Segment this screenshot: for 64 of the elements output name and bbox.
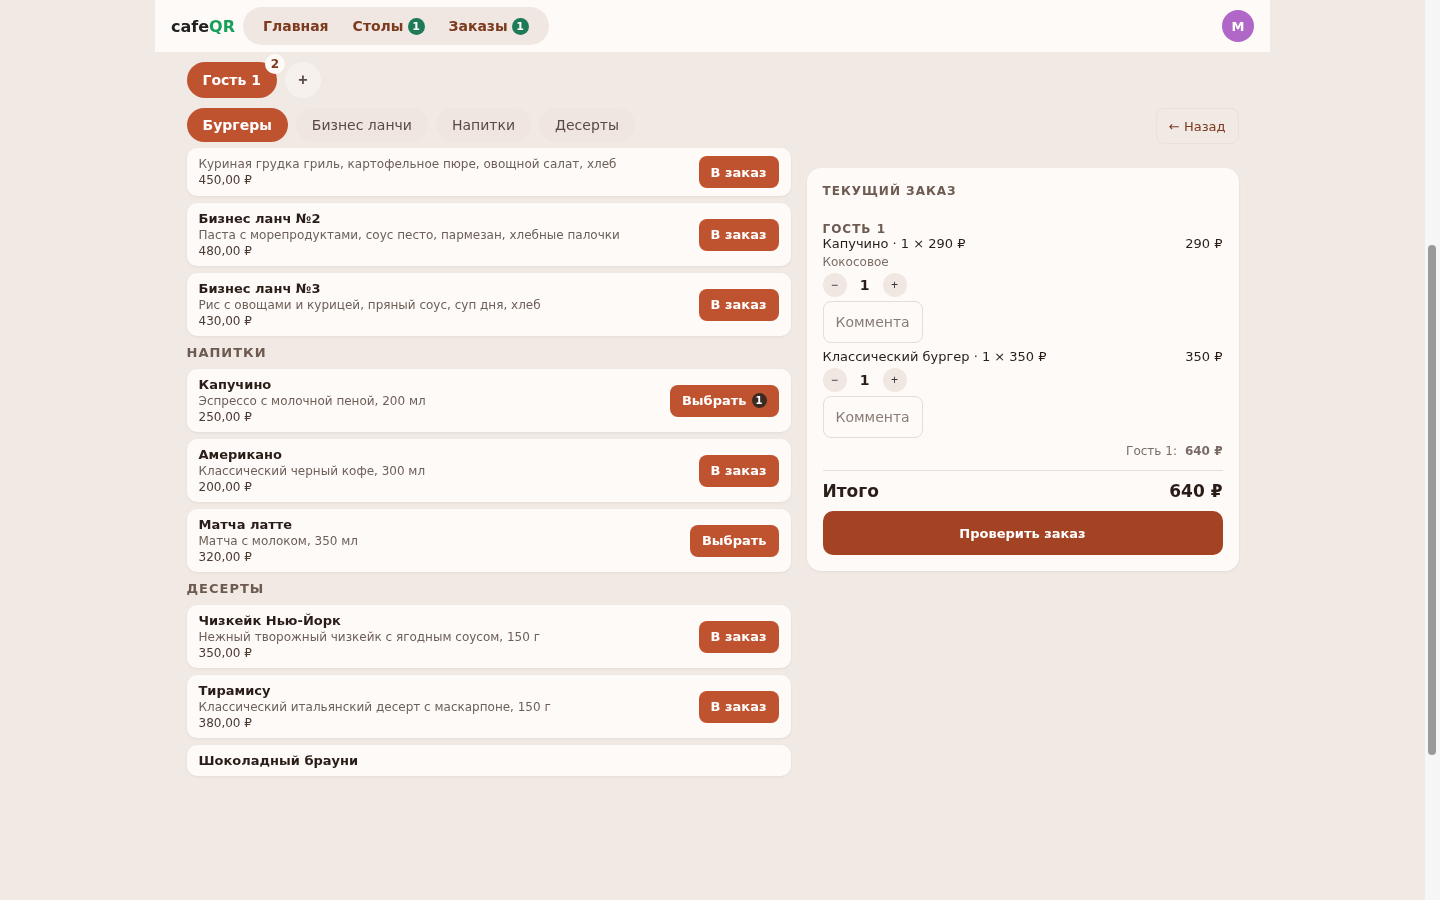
item-price: 480,00 ₽: [198, 244, 253, 258]
item-title: Шоколадный брауни: [198, 753, 360, 768]
subtotal-label: Гость 1:: [1126, 444, 1177, 458]
item-price: 250,00 ₽: [198, 410, 253, 424]
item-price: 200,00 ₽: [198, 480, 253, 494]
user-avatar[interactable]: M: [1222, 10, 1254, 42]
item-title: Капучино: [198, 377, 273, 392]
item-description: Нежный творожный чизкейк с ягодным соусом, 150 г: [198, 630, 541, 644]
increase-button[interactable]: +: [882, 368, 907, 392]
item-description: Классический итальянский десерт с маскарпоне, 150 г: [198, 700, 552, 714]
subtotal-value: 640 ₽: [1184, 444, 1223, 458]
line-amount: 290 ₽: [1185, 236, 1223, 251]
comment-field[interactable]: Коммента: [822, 301, 923, 343]
add-to-order-button[interactable]: В заказ: [698, 690, 779, 723]
add-to-order-button[interactable]: В заказ: [698, 288, 779, 321]
add-to-order-button[interactable]: В заказ: [698, 218, 779, 251]
item-description: Рис с овощами и курицей, пряный соус, суп дня, хлеб: [198, 298, 542, 312]
item-description: Эспрессо с молочной пеной, 200 мл: [198, 394, 427, 408]
section-heading: НАПИТКИ: [186, 345, 268, 360]
total-value: 640 ₽: [1169, 481, 1223, 501]
scrollbar[interactable]: [1425, 0, 1440, 900]
total-label: Итого: [822, 481, 879, 501]
item-price: 430,00 ₽: [198, 314, 253, 328]
increase-button[interactable]: +: [882, 273, 907, 297]
guest-heading: ГОСТЬ 1: [822, 222, 887, 236]
item-title: Тирамису: [198, 683, 272, 698]
item-title: Матча латте: [198, 517, 294, 532]
decrease-button[interactable]: −: [822, 368, 847, 392]
add-to-order-button[interactable]: В заказ: [698, 620, 779, 653]
item-modifier: Кокосовое: [822, 255, 890, 269]
add-guest-button[interactable]: +: [284, 62, 321, 98]
item-title: Чизкейк Нью-Йорк: [198, 613, 342, 628]
add-to-order-button[interactable]: В заказ: [698, 156, 779, 188]
item-title: Американо: [198, 447, 283, 462]
back-button[interactable]: ← Назад: [1155, 108, 1239, 144]
item-description: Матча с молоком, 350 мл: [198, 534, 359, 548]
comment-field[interactable]: Коммента: [822, 396, 923, 438]
item-description: Куриная грудка гриль, картофельное пюре, овощной салат, хлеб: [198, 157, 618, 171]
nav-link[interactable]: Заказы 1: [436, 17, 541, 35]
item-title: Бизнес ланч №3: [198, 281, 322, 296]
add-to-order-button[interactable]: Выбрать 1: [669, 384, 779, 417]
guest-count-badge: 2: [264, 54, 285, 74]
item-title: Бизнес ланч №2: [198, 211, 322, 226]
decrease-button[interactable]: −: [822, 273, 847, 297]
check-order-button[interactable]: Проверить заказ: [822, 511, 1223, 555]
item-price: 380,00 ₽: [198, 716, 253, 730]
nav-link[interactable]: Главная: [251, 18, 341, 34]
add-to-order-button[interactable]: В заказ: [698, 454, 779, 487]
item-price: 450,00 ₽: [198, 173, 253, 187]
line-amount: 350 ₽: [1185, 349, 1223, 364]
add-to-order-button[interactable]: Выбрать: [689, 524, 779, 557]
order-line: Классический бургер · 1 × 350 ₽: [822, 349, 1047, 364]
section-heading: ДЕСЕРТЫ: [186, 581, 266, 596]
nav-link[interactable]: Столы 1: [340, 17, 437, 35]
item-price: 320,00 ₽: [198, 550, 253, 564]
panel-title: ТЕКУЩИЙ ЗАКАЗ: [822, 184, 958, 198]
logo[interactable]: cafeQR: [171, 16, 235, 36]
category-tab[interactable]: Бургеры: [186, 108, 288, 142]
quantity: 1: [858, 277, 871, 293]
item-description: Паста с морепродуктами, соус песто, пармезан, хлебные палочки: [198, 228, 621, 242]
item-price: 350,00 ₽: [198, 646, 253, 660]
item-description: Классический черный кофе, 300 мл: [198, 464, 427, 478]
order-line: Капучино · 1 × 290 ₽: [822, 236, 966, 251]
quantity: 1: [858, 372, 871, 388]
